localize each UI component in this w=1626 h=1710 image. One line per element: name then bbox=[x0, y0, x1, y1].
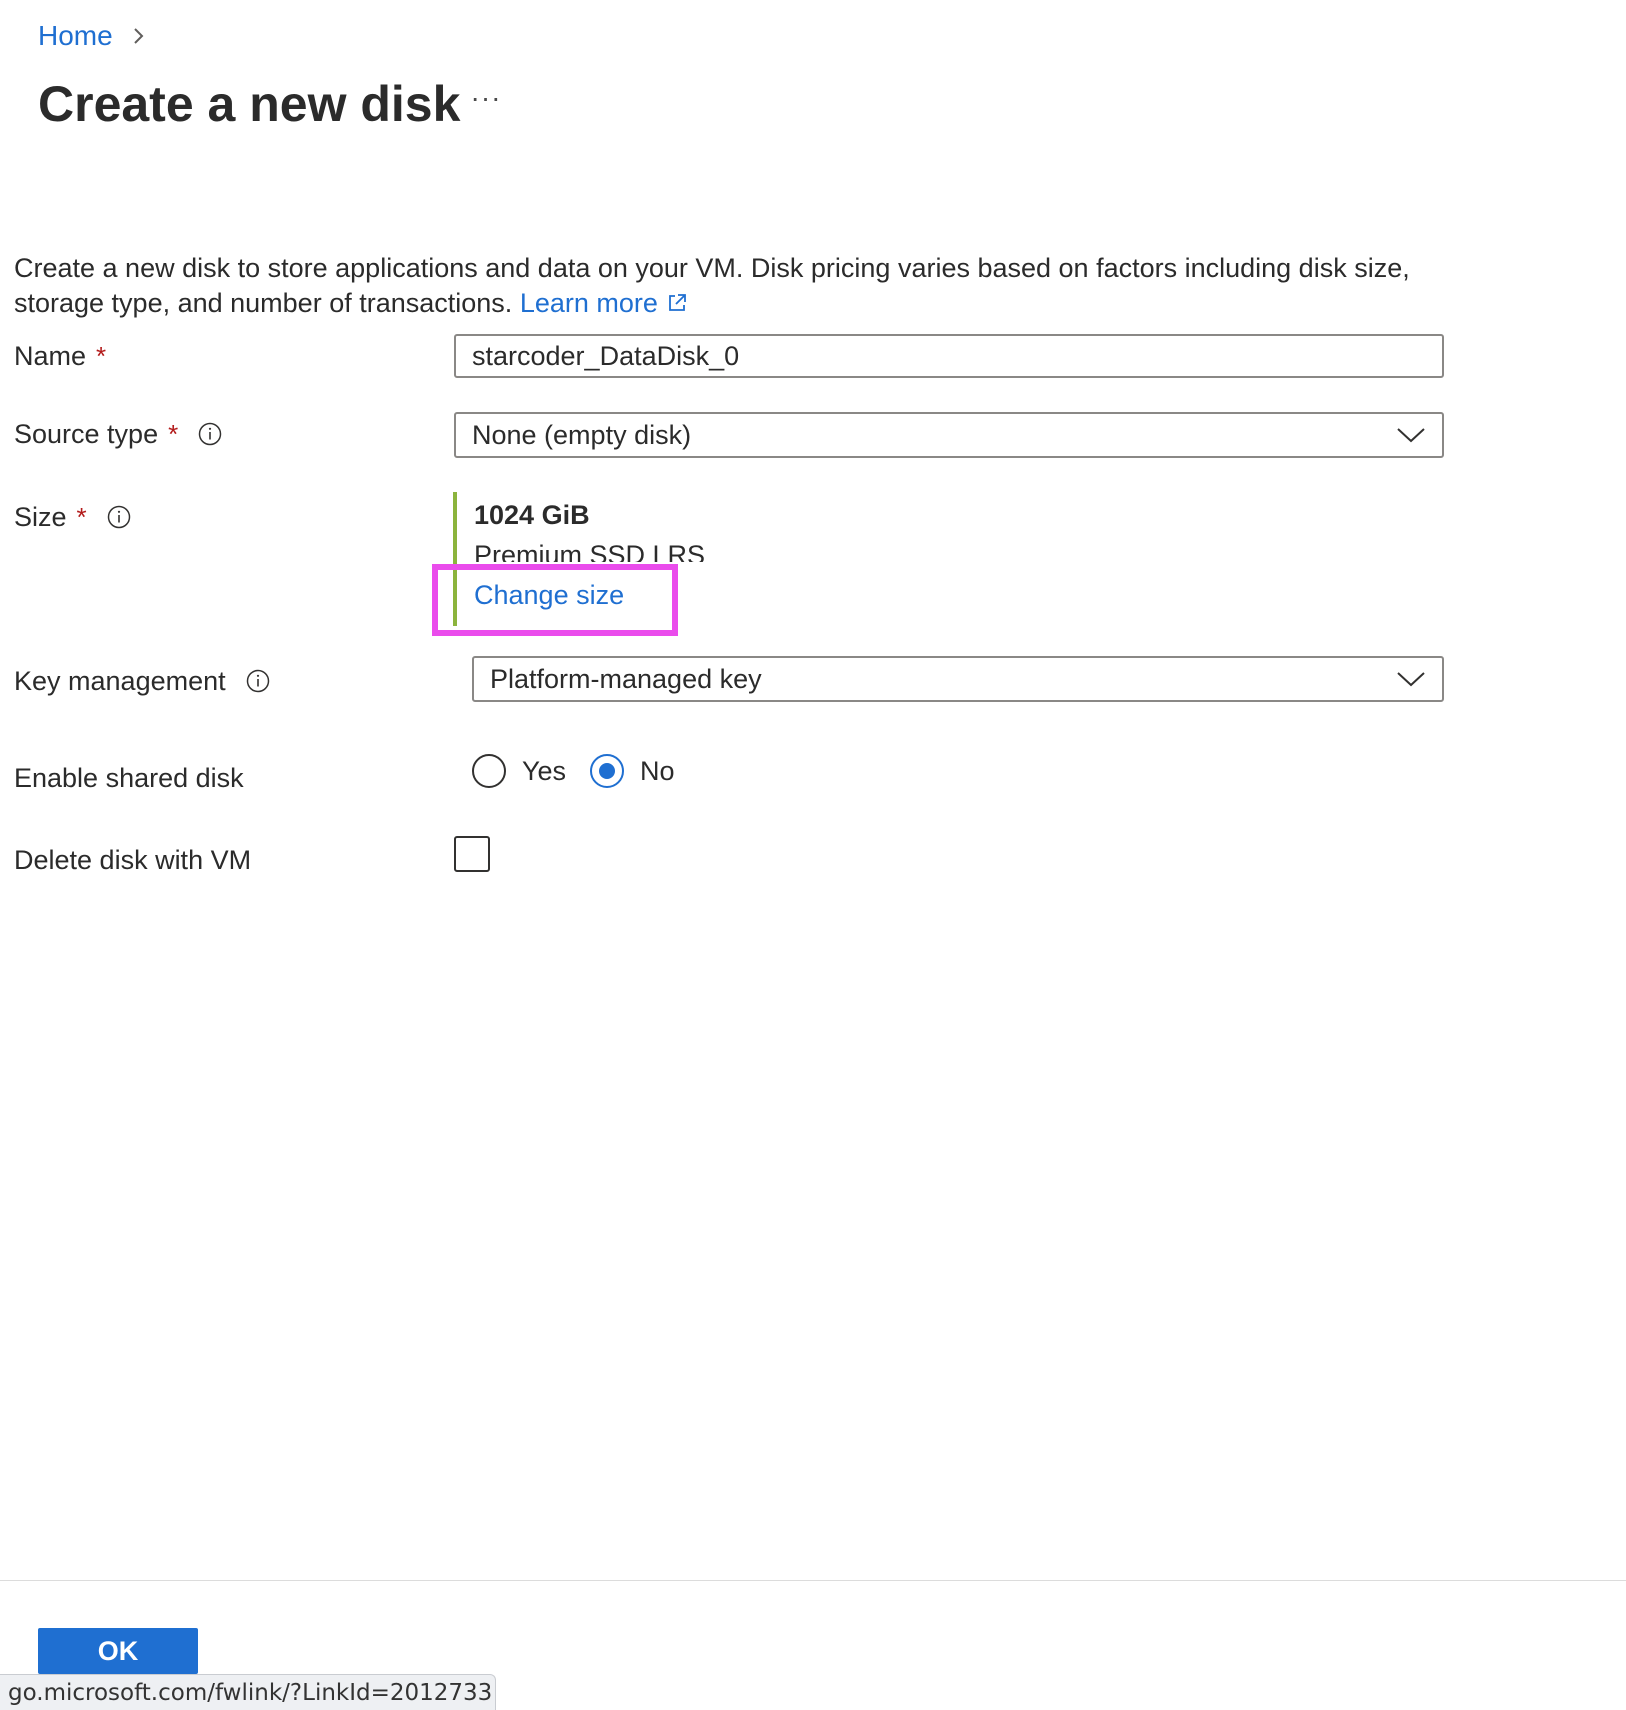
key-management-selected: Platform-managed key bbox=[490, 663, 762, 694]
name-required-mark: * bbox=[96, 341, 107, 371]
info-icon[interactable] bbox=[246, 669, 270, 693]
radio-no[interactable] bbox=[590, 754, 625, 788]
size-required-mark: * bbox=[76, 502, 87, 532]
key-management-label-text: Key management bbox=[14, 666, 226, 696]
chevron-down-icon bbox=[1397, 428, 1425, 443]
shared-disk-radio-group: Yes No bbox=[472, 754, 675, 788]
external-link-icon bbox=[668, 294, 686, 311]
delete-with-vm-checkbox[interactable] bbox=[454, 836, 490, 872]
info-icon[interactable] bbox=[107, 505, 131, 529]
source-type-dropdown[interactable]: None (empty disk) bbox=[454, 412, 1444, 458]
shared-disk-label: Enable shared disk bbox=[14, 761, 244, 795]
more-options-button[interactable]: ··· bbox=[466, 84, 506, 116]
learn-more-label: Learn more bbox=[519, 288, 658, 318]
highlight-box bbox=[432, 564, 678, 636]
page-title: Create a new disk bbox=[38, 76, 461, 132]
radio-no-label: No bbox=[640, 755, 675, 786]
size-value: 1024 GiB bbox=[474, 500, 590, 530]
key-management-dropdown[interactable]: Platform-managed key bbox=[472, 656, 1444, 702]
name-label: Name * bbox=[14, 339, 106, 373]
description: Create a new disk to store applications … bbox=[14, 251, 1474, 321]
radio-selected-dot bbox=[599, 763, 616, 779]
breadcrumb-home-link[interactable]: Home bbox=[38, 18, 113, 54]
source-type-required-mark: * bbox=[168, 419, 179, 449]
chevron-right-icon bbox=[133, 28, 144, 44]
radio-yes-label: Yes bbox=[522, 755, 567, 786]
name-input[interactable] bbox=[454, 334, 1444, 378]
delete-with-vm-label-text: Delete disk with VM bbox=[14, 845, 252, 875]
shared-disk-yes-option[interactable]: Yes bbox=[472, 754, 566, 788]
source-type-selected: None (empty disk) bbox=[472, 419, 692, 450]
chevron-down-icon bbox=[1397, 672, 1425, 687]
shared-disk-no-option[interactable]: No bbox=[590, 754, 675, 788]
source-type-label: Source type * bbox=[14, 417, 222, 451]
name-label-text: Name bbox=[14, 341, 87, 371]
description-text: Create a new disk to store applications … bbox=[14, 253, 1410, 318]
breadcrumb: Home bbox=[38, 18, 149, 54]
size-label-text: Size bbox=[14, 502, 67, 532]
size-label: Size * bbox=[14, 500, 131, 534]
footer-divider bbox=[0, 1580, 1626, 1581]
size-sku: Premium SSD LRS bbox=[474, 540, 706, 562]
status-bar-url: go.microsoft.com/fwlink/?LinkId=2012733 bbox=[0, 1674, 496, 1710]
source-type-label-text: Source type bbox=[14, 419, 159, 449]
shared-disk-label-text: Enable shared disk bbox=[14, 763, 244, 793]
key-management-label: Key management bbox=[14, 664, 270, 698]
radio-yes[interactable] bbox=[472, 754, 506, 788]
ok-button[interactable]: OK bbox=[38, 1628, 198, 1674]
learn-more-link[interactable]: Learn more bbox=[520, 288, 688, 318]
info-icon[interactable] bbox=[198, 422, 222, 446]
delete-with-vm-label: Delete disk with VM bbox=[14, 843, 251, 877]
